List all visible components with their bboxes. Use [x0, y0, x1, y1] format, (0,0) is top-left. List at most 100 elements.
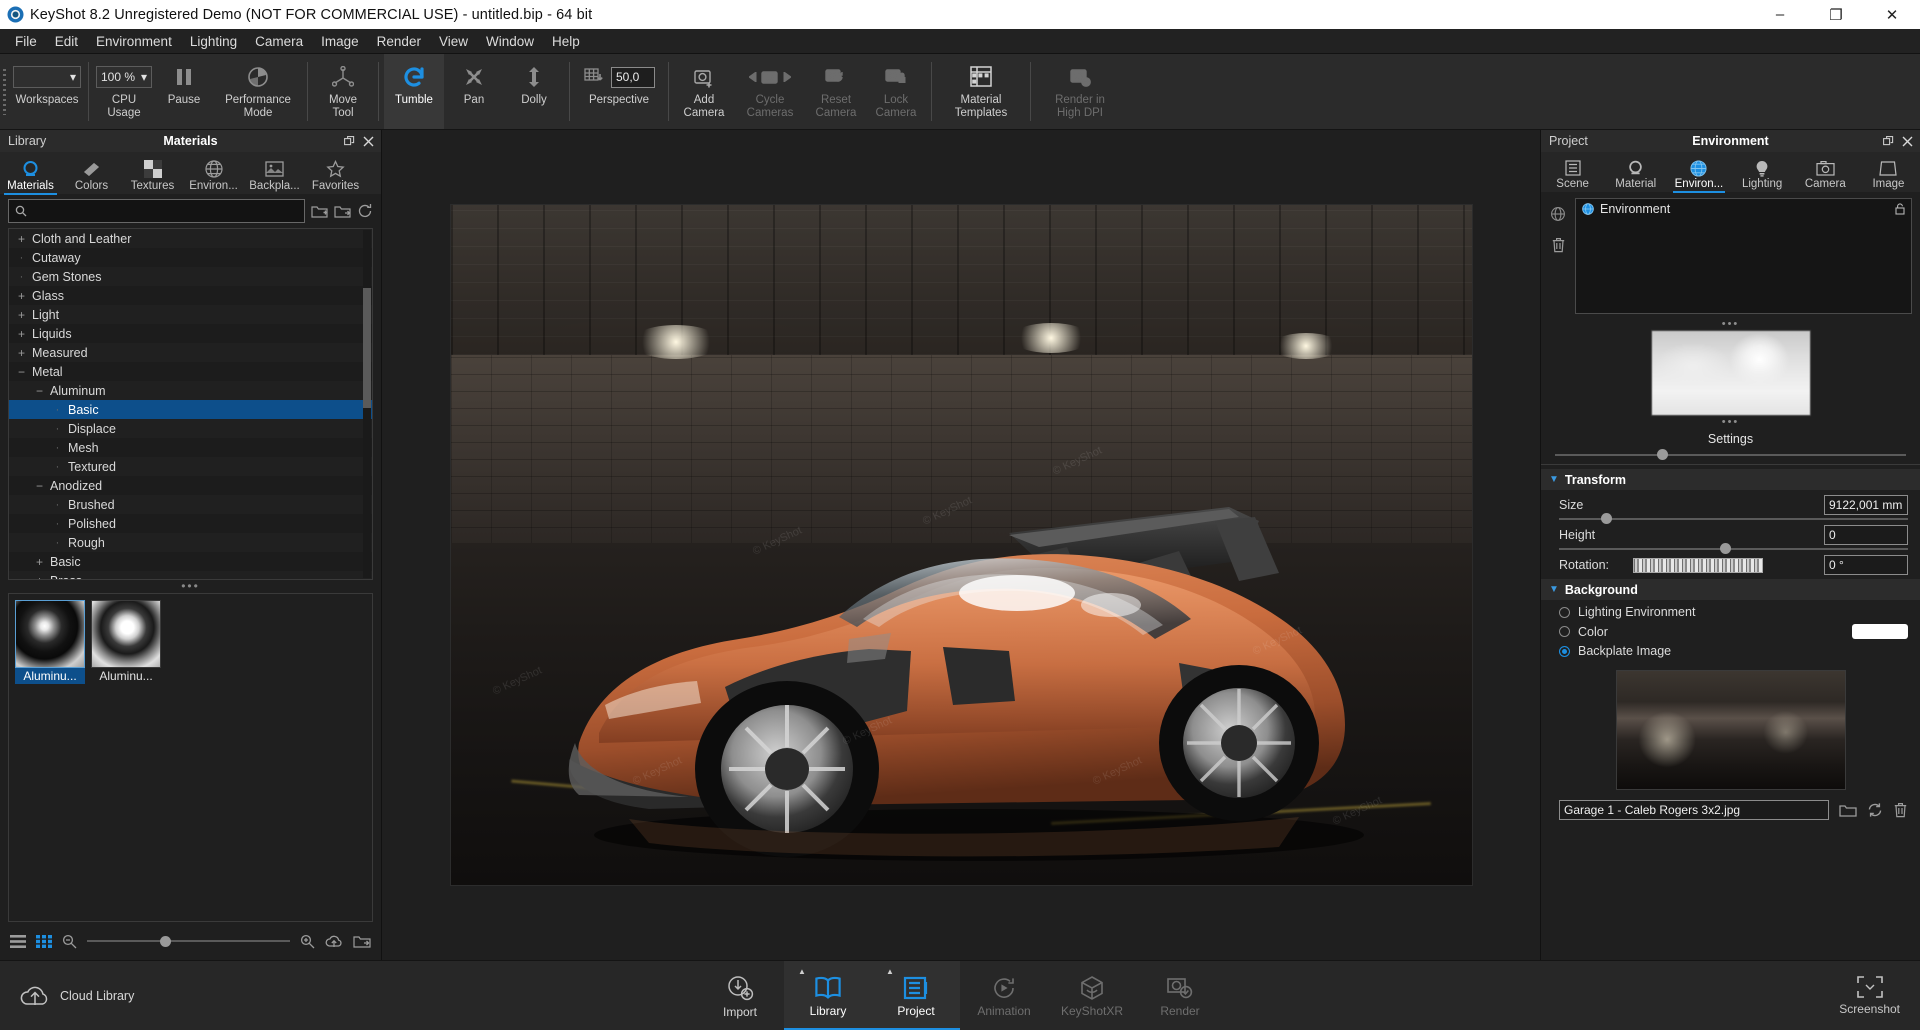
- screenshot-button[interactable]: Screenshot: [1839, 961, 1920, 1030]
- project-tab-image[interactable]: Image: [1857, 158, 1920, 192]
- tree-scrollbar[interactable]: [363, 230, 371, 578]
- refresh-icon[interactable]: [1867, 802, 1883, 818]
- library-tab-textures[interactable]: Textures: [122, 158, 183, 194]
- tree-item[interactable]: − Aluminum: [9, 381, 372, 400]
- environment-preview-image[interactable]: [1650, 330, 1811, 416]
- height-field[interactable]: 0: [1824, 525, 1908, 545]
- tree-item[interactable]: + Cloth and Leather: [9, 229, 372, 248]
- pause-button[interactable]: Pause: [154, 54, 214, 129]
- render-viewport[interactable]: © KeyShot © KeyShot © KeyShot © KeyShot …: [382, 130, 1540, 960]
- bottom-tab-keyshotxr[interactable]: KeyShotXR: [1048, 961, 1136, 1030]
- menu-view[interactable]: View: [430, 32, 477, 51]
- environment-list[interactable]: Environment: [1575, 198, 1912, 314]
- material-thumbnails[interactable]: Aluminu... Aluminu...: [8, 593, 373, 922]
- backplate-filename-field[interactable]: Garage 1 - Caleb Rogers 3x2.jpg: [1559, 800, 1829, 820]
- radio-icon[interactable]: [1559, 645, 1570, 657]
- tumble-button[interactable]: Tumble: [384, 54, 444, 129]
- expand-icon[interactable]: +: [15, 346, 28, 360]
- lock-icon[interactable]: [1895, 203, 1905, 215]
- bottom-tab-project[interactable]: ▲ Project: [872, 961, 960, 1030]
- next-camera-icon[interactable]: [783, 72, 791, 82]
- tree-item[interactable]: · Polished: [9, 514, 372, 533]
- maximize-button[interactable]: ❐: [1808, 0, 1864, 29]
- tree-item[interactable]: +Brass: [9, 571, 372, 580]
- render-high-dpi-button[interactable]: Render in High DPI: [1036, 54, 1124, 129]
- library-tab-favorites[interactable]: Favorites: [305, 158, 366, 194]
- bottom-tab-animation[interactable]: Animation: [960, 961, 1048, 1030]
- search-box[interactable]: [8, 199, 305, 223]
- preview-handle-top[interactable]: •••: [1722, 318, 1740, 330]
- menu-file[interactable]: File: [6, 32, 46, 51]
- close-button[interactable]: ✕: [1864, 0, 1920, 29]
- rotation-dial[interactable]: [1633, 557, 1764, 573]
- expand-icon[interactable]: +: [15, 308, 28, 322]
- minimize-button[interactable]: –: [1752, 0, 1808, 29]
- cloud-library-button[interactable]: Cloud Library: [0, 961, 134, 1030]
- transform-section-header[interactable]: ▼ Transform: [1541, 469, 1920, 490]
- menu-render[interactable]: Render: [368, 32, 430, 51]
- list-view-icon[interactable]: [10, 934, 26, 948]
- collapse-icon[interactable]: −: [33, 479, 46, 493]
- cloud-upload-icon[interactable]: [325, 934, 343, 949]
- close-icon[interactable]: [1902, 136, 1913, 147]
- undock-icon[interactable]: [344, 135, 355, 147]
- open-folder-icon[interactable]: [334, 204, 351, 219]
- menu-help[interactable]: Help: [543, 32, 589, 51]
- close-icon[interactable]: [363, 136, 374, 147]
- tree-item[interactable]: · Textured: [9, 457, 372, 476]
- grid-view-icon[interactable]: [36, 934, 52, 948]
- expand-icon[interactable]: +: [15, 289, 28, 303]
- export-folder-icon[interactable]: [353, 934, 371, 949]
- collapse-icon[interactable]: −: [33, 384, 46, 398]
- radio-icon[interactable]: [1559, 626, 1570, 637]
- project-tab-lighting[interactable]: Lighting: [1731, 158, 1794, 192]
- tree-item[interactable]: · Gem Stones: [9, 267, 372, 286]
- performance-mode-button[interactable]: Performance Mode: [214, 54, 302, 129]
- render-canvas[interactable]: © KeyShot © KeyShot © KeyShot © KeyShot …: [449, 204, 1473, 886]
- splitter-handle[interactable]: •••: [0, 580, 381, 593]
- menu-lighting[interactable]: Lighting: [181, 32, 246, 51]
- dolly-button[interactable]: Dolly: [504, 54, 564, 129]
- tree-item[interactable]: − Metal: [9, 362, 372, 381]
- search-input[interactable]: [32, 204, 298, 218]
- background-color-swatch[interactable]: [1852, 624, 1908, 639]
- environment-list-item[interactable]: Environment: [1576, 199, 1911, 219]
- background-option-color[interactable]: Color: [1541, 619, 1920, 639]
- zoom-in-icon[interactable]: [300, 934, 315, 949]
- new-folder-icon[interactable]: [311, 204, 328, 219]
- backplate-preview-image[interactable]: [1615, 670, 1846, 790]
- cpu-usage-combo[interactable]: 100 % ▾: [96, 66, 152, 88]
- zoom-out-icon[interactable]: [62, 934, 77, 949]
- workspaces-control[interactable]: ▾ Workspaces: [11, 54, 83, 129]
- size-field[interactable]: 9122,001 mm: [1824, 495, 1908, 515]
- delete-icon[interactable]: [1893, 802, 1908, 818]
- tree-item[interactable]: + Light: [9, 305, 372, 324]
- library-tab-environments[interactable]: Environ...: [183, 158, 244, 194]
- tree-item[interactable]: · Rough: [9, 533, 372, 552]
- tree-item[interactable]: + Liquids: [9, 324, 372, 343]
- toolbar-grip[interactable]: [0, 54, 9, 129]
- environment-brightness-slider[interactable]: [1541, 446, 1920, 460]
- undock-icon[interactable]: [1883, 135, 1894, 147]
- library-tab-backplates[interactable]: Backpla...: [244, 158, 305, 194]
- pan-button[interactable]: Pan: [444, 54, 504, 129]
- tree-item[interactable]: · Cutaway: [9, 248, 372, 267]
- background-option-lighting-environment[interactable]: Lighting Environment: [1541, 600, 1920, 619]
- radio-icon[interactable]: [1559, 606, 1570, 618]
- tree-item[interactable]: · Displace: [9, 419, 372, 438]
- expand-icon[interactable]: +: [33, 555, 46, 569]
- collapse-icon[interactable]: −: [15, 365, 28, 379]
- menu-edit[interactable]: Edit: [46, 32, 87, 51]
- workspaces-combo[interactable]: ▾: [13, 66, 81, 88]
- project-tab-camera[interactable]: Camera: [1794, 158, 1857, 192]
- rotation-field[interactable]: 0 °: [1824, 555, 1908, 575]
- add-camera-button[interactable]: Add Camera: [674, 54, 734, 129]
- move-tool-button[interactable]: Move Tool: [313, 54, 373, 129]
- tree-item[interactable]: + Basic: [9, 552, 372, 571]
- bottom-tab-import[interactable]: Import: [696, 961, 784, 1030]
- material-thumbnail[interactable]: Aluminu...: [15, 600, 85, 684]
- prev-camera-icon[interactable]: [749, 72, 757, 82]
- expand-icon[interactable]: +: [33, 574, 46, 580]
- library-tab-materials[interactable]: Materials: [0, 158, 61, 195]
- add-environment-icon[interactable]: [1550, 206, 1567, 223]
